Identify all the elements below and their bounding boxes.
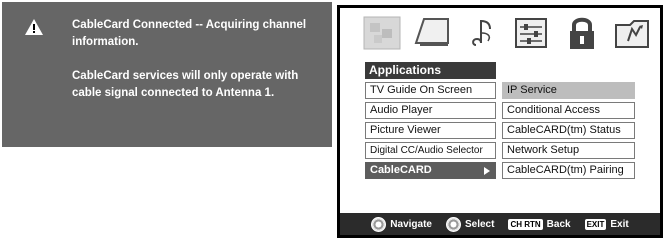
notice-line-antenna: CableCard services will only operate wit… bbox=[72, 70, 299, 99]
submenu-item-network-setup[interactable]: Network Setup bbox=[502, 142, 635, 159]
warning-icon bbox=[25, 19, 43, 35]
button-legend-bar: Navigate Select CH RTN Back EXIT Exit bbox=[340, 213, 660, 235]
lock-icon[interactable] bbox=[562, 15, 602, 51]
applications-title: Applications bbox=[365, 62, 496, 79]
cablecard-notice-panel: CableCard Connected -- Acquiring channel… bbox=[2, 2, 332, 147]
dpad-navigate-icon bbox=[371, 216, 387, 232]
navigate-label: Navigate bbox=[390, 218, 432, 230]
menu-icon-bar bbox=[340, 8, 660, 58]
menu-item-cablecard[interactable]: CableCARD bbox=[365, 162, 496, 179]
menu-item-audio-player[interactable]: Audio Player bbox=[365, 102, 496, 119]
exit-label: Exit bbox=[610, 218, 629, 230]
sound-icon[interactable] bbox=[412, 15, 452, 51]
submenu-item-cablecard-pairing[interactable]: CableCARD(tm) Pairing bbox=[502, 162, 635, 179]
cablecard-submenu: IP Service Conditional Access CableCARD(… bbox=[502, 79, 635, 179]
select-label: Select bbox=[464, 218, 495, 230]
menu-item-digital-cc-audio[interactable]: Digital CC/Audio Selector bbox=[365, 142, 496, 159]
setup-icon[interactable] bbox=[512, 15, 552, 51]
applications-icon[interactable] bbox=[612, 15, 652, 51]
music-icon[interactable] bbox=[462, 15, 502, 51]
applications-list: TV Guide On Screen Audio Player Picture … bbox=[365, 79, 496, 179]
tv-menu-body: Applications TV Guide On Screen Audio Pl… bbox=[340, 8, 660, 235]
submenu-item-cablecard-status[interactable]: CableCARD(tm) Status bbox=[502, 122, 635, 139]
ch-rtn-key-icon: CH RTN bbox=[508, 218, 543, 230]
notice-line-connected: CableCard Connected -- Acquiring channel… bbox=[72, 19, 307, 48]
dpad-select-icon bbox=[445, 216, 461, 232]
menu-item-cablecard-label: CableCARD bbox=[370, 164, 432, 176]
menu-item-tv-guide[interactable]: TV Guide On Screen bbox=[365, 82, 496, 99]
menu-item-picture-viewer[interactable]: Picture Viewer bbox=[365, 122, 496, 139]
tv-menu: Applications TV Guide On Screen Audio Pl… bbox=[337, 5, 663, 238]
picture-icon[interactable] bbox=[362, 15, 402, 51]
exit-key-icon: EXIT bbox=[584, 218, 607, 230]
notice-message: CableCard Connected -- Acquiring channel… bbox=[72, 17, 327, 119]
back-label: Back bbox=[546, 218, 571, 230]
arrow-right-icon bbox=[484, 167, 490, 175]
submenu-item-ip-service[interactable]: IP Service bbox=[502, 82, 635, 99]
submenu-item-conditional-access[interactable]: Conditional Access bbox=[502, 102, 635, 119]
